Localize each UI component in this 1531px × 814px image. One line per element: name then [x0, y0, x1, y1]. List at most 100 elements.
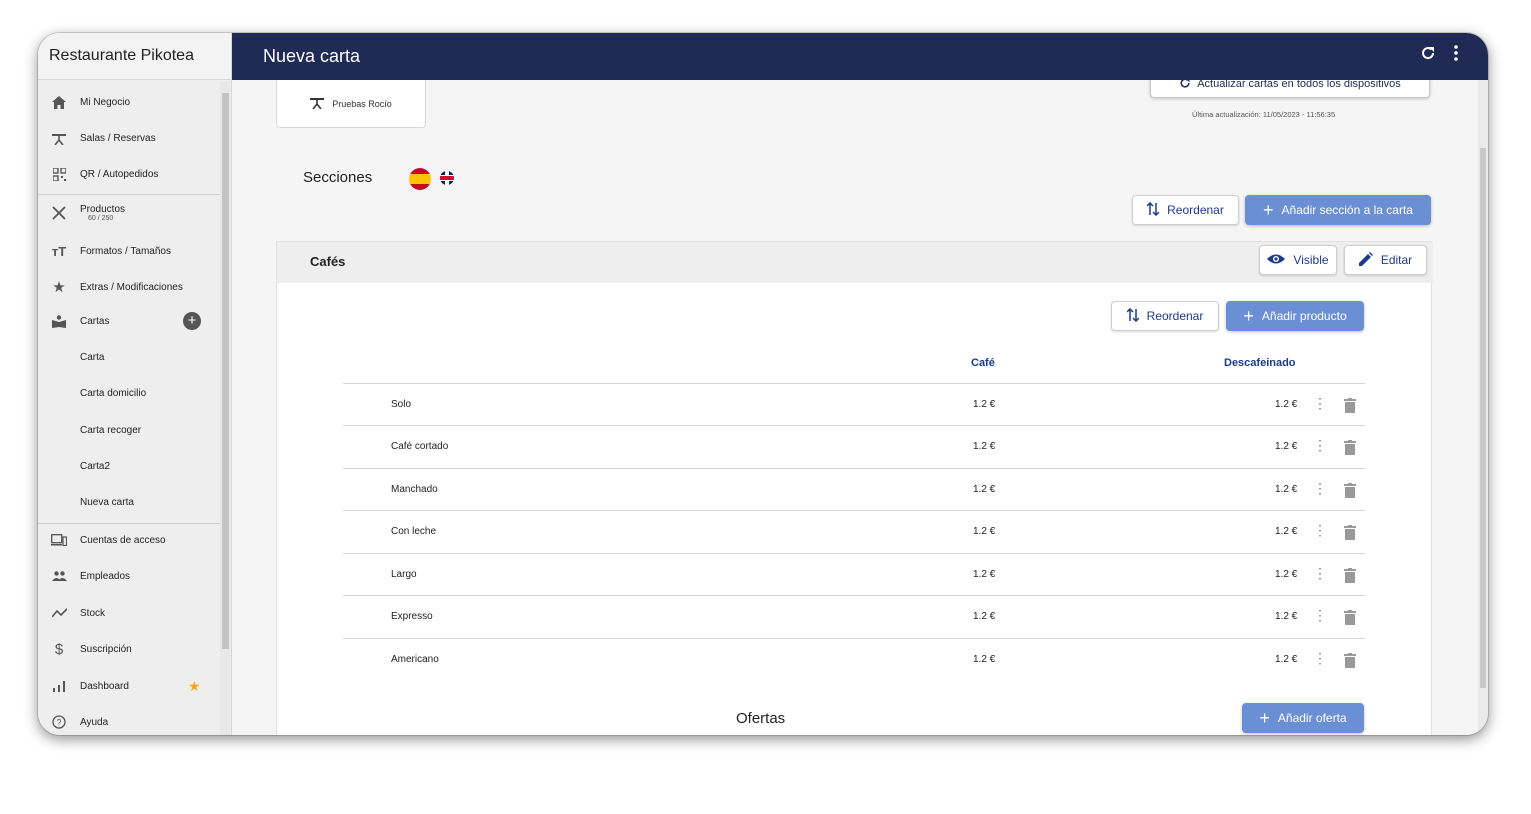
price-descafeinado: 1.2 € — [1275, 526, 1298, 537]
add-offer-label: Añadir oferta — [1277, 711, 1347, 725]
refresh-icon[interactable] — [1420, 45, 1436, 66]
sidebar-item-label: QR / Autopedidos — [80, 168, 159, 180]
price-descafeinado: 1.2 € — [1275, 569, 1298, 580]
edit-section-button[interactable]: Editar — [1344, 245, 1427, 275]
pencil-icon — [1358, 251, 1373, 269]
app-window: Restaurante Pikotea Mi Negocio Salas / R… — [38, 33, 1488, 735]
sidebar-item-label: Suscripción — [80, 643, 132, 655]
sidebar-item-mi-negocio[interactable]: Mi Negocio — [38, 85, 220, 119]
product-name: Manchado — [391, 484, 438, 495]
uk-flag-icon[interactable] — [440, 171, 454, 185]
dollar-icon: $ — [54, 640, 64, 658]
add-offer-button[interactable]: + Añadir oferta — [1242, 703, 1364, 733]
header-actions — [1420, 45, 1458, 66]
sidebar-item-stock[interactable]: Stock — [38, 596, 220, 630]
column-header-descafeinado: Descafeinado — [1224, 357, 1296, 369]
more-vert-icon[interactable]: ⋮ — [1313, 522, 1327, 539]
table-row[interactable]: Americano 1.2 € 1.2 € ⋮ — [343, 638, 1365, 680]
sidebar-item-cuentas[interactable]: Cuentas de acceso — [38, 523, 220, 557]
product-name: Café cortado — [391, 441, 449, 452]
sidebar-item-carta-domicilio[interactable]: Carta domicilio — [38, 376, 220, 410]
salon-card[interactable]: Pruebas Rocío — [276, 80, 426, 128]
more-vert-icon[interactable] — [1454, 45, 1458, 66]
sidebar-item-extras[interactable]: ★ Extras / Modificaciones — [38, 270, 220, 304]
sidebar-item-qr[interactable]: QR / Autopedidos — [38, 157, 220, 191]
sidebar-item-carta[interactable]: Carta — [38, 340, 220, 374]
sidebar-item-productos[interactable]: Productos 60 / 250 — [38, 196, 220, 230]
column-header-cafe: Café — [971, 357, 995, 369]
more-vert-icon[interactable]: ⋮ — [1313, 395, 1327, 412]
bar-chart-icon — [38, 680, 80, 692]
price-cafe: 1.2 € — [973, 484, 996, 495]
table-row[interactable]: Con leche 1.2 € 1.2 € ⋮ — [343, 510, 1365, 552]
table-row[interactable]: Largo 1.2 € 1.2 € ⋮ — [343, 553, 1365, 595]
table-row[interactable]: Expresso 1.2 € 1.2 € ⋮ — [343, 595, 1365, 637]
qr-icon — [38, 167, 80, 181]
price-cafe: 1.2 € — [973, 399, 996, 410]
utensils-icon — [38, 206, 80, 220]
delete-icon[interactable] — [1344, 653, 1356, 668]
reorder-label: Reordenar — [1146, 309, 1204, 323]
plus-icon: + — [1263, 200, 1274, 220]
sidebar-item-suscripcion[interactable]: $ Suscripción — [38, 632, 220, 666]
sidebar-item-cartas[interactable]: Cartas + — [38, 304, 220, 338]
sidebar: Restaurante Pikotea Mi Negocio Salas / R… — [38, 33, 232, 735]
table-row[interactable]: Solo 1.2 € 1.2 € ⋮ — [343, 383, 1365, 425]
add-product-button[interactable]: + Añadir producto — [1226, 301, 1364, 331]
text-size-icon: тТ — [51, 243, 67, 259]
update-all-devices-button[interactable]: Actualizar cartas en todos los dispositi… — [1150, 80, 1430, 98]
page-title: Nueva carta — [263, 46, 361, 66]
table-row[interactable]: Manchado 1.2 € 1.2 € ⋮ — [343, 468, 1365, 510]
reorder-sections-button[interactable]: Reordenar — [1132, 195, 1239, 225]
sidebar-item-label: Salas / Reservas — [80, 132, 156, 144]
more-vert-icon[interactable]: ⋮ — [1313, 480, 1327, 497]
sidebar-scroll-thumb[interactable] — [222, 93, 229, 649]
add-carta-icon[interactable]: + — [183, 312, 201, 330]
sidebar-item-empleados[interactable]: Empleados — [38, 559, 220, 593]
productos-label: Productos — [80, 204, 126, 215]
home-icon — [38, 95, 80, 109]
sidebar-item-label: Carta domicilio — [80, 387, 147, 399]
swap-vert-icon — [1146, 201, 1160, 219]
edit-label: Editar — [1380, 253, 1413, 267]
sidebar-item-label: Ayuda — [80, 716, 109, 728]
delete-icon[interactable] — [1344, 525, 1356, 540]
delete-icon[interactable] — [1344, 610, 1356, 625]
delete-icon[interactable] — [1344, 398, 1356, 413]
add-section-button[interactable]: + Añadir sección a la carta — [1245, 195, 1431, 225]
reorder-products-button[interactable]: Reordenar — [1111, 301, 1219, 331]
delete-icon[interactable] — [1344, 568, 1356, 583]
sidebar-item-ayuda[interactable]: ? Ayuda — [38, 705, 220, 735]
eye-icon — [1267, 253, 1286, 268]
add-product-label: Añadir producto — [1261, 309, 1347, 323]
table-icon — [310, 96, 325, 111]
sidebar-item-label: Extras / Modificaciones — [80, 281, 183, 293]
sidebar-item-carta-recoger[interactable]: Carta recoger — [38, 413, 220, 447]
sidebar-item-label: Nueva carta — [80, 496, 134, 508]
spanish-flag-icon[interactable] — [409, 168, 431, 190]
sidebar-item-nueva-carta[interactable]: Nueva carta — [38, 485, 220, 519]
delete-icon[interactable] — [1344, 440, 1356, 455]
more-vert-icon[interactable]: ⋮ — [1313, 650, 1327, 667]
main-scroll-thumb[interactable] — [1480, 148, 1486, 688]
price-descafeinado: 1.2 € — [1275, 484, 1298, 495]
star-icon: ★ — [188, 677, 201, 694]
sidebar-item-label: Empleados — [80, 570, 131, 582]
sidebar-item-salas[interactable]: Salas / Reservas — [38, 121, 220, 155]
delete-icon[interactable] — [1344, 483, 1356, 498]
visible-toggle-button[interactable]: Visible — [1259, 245, 1337, 275]
more-vert-icon[interactable]: ⋮ — [1313, 437, 1327, 454]
table-row[interactable]: Café cortado 1.2 € 1.2 € ⋮ — [343, 425, 1365, 467]
price-cafe: 1.2 € — [973, 569, 996, 580]
offers-title: Ofertas — [736, 710, 786, 727]
more-vert-icon[interactable]: ⋮ — [1313, 607, 1327, 624]
sidebar-item-formatos[interactable]: тТ Formatos / Tamaños — [38, 234, 220, 268]
sidebar-item-carta2[interactable]: Carta2 — [38, 449, 220, 483]
sidebar-item-dashboard[interactable]: Dashboard ★ — [38, 669, 220, 703]
menu-book-icon — [38, 314, 80, 328]
more-vert-icon[interactable]: ⋮ — [1313, 565, 1327, 582]
trend-icon — [38, 608, 80, 618]
sidebar-item-label: Mi Negocio — [80, 96, 131, 108]
product-name: Largo — [391, 569, 417, 580]
product-name: Expresso — [391, 611, 433, 622]
